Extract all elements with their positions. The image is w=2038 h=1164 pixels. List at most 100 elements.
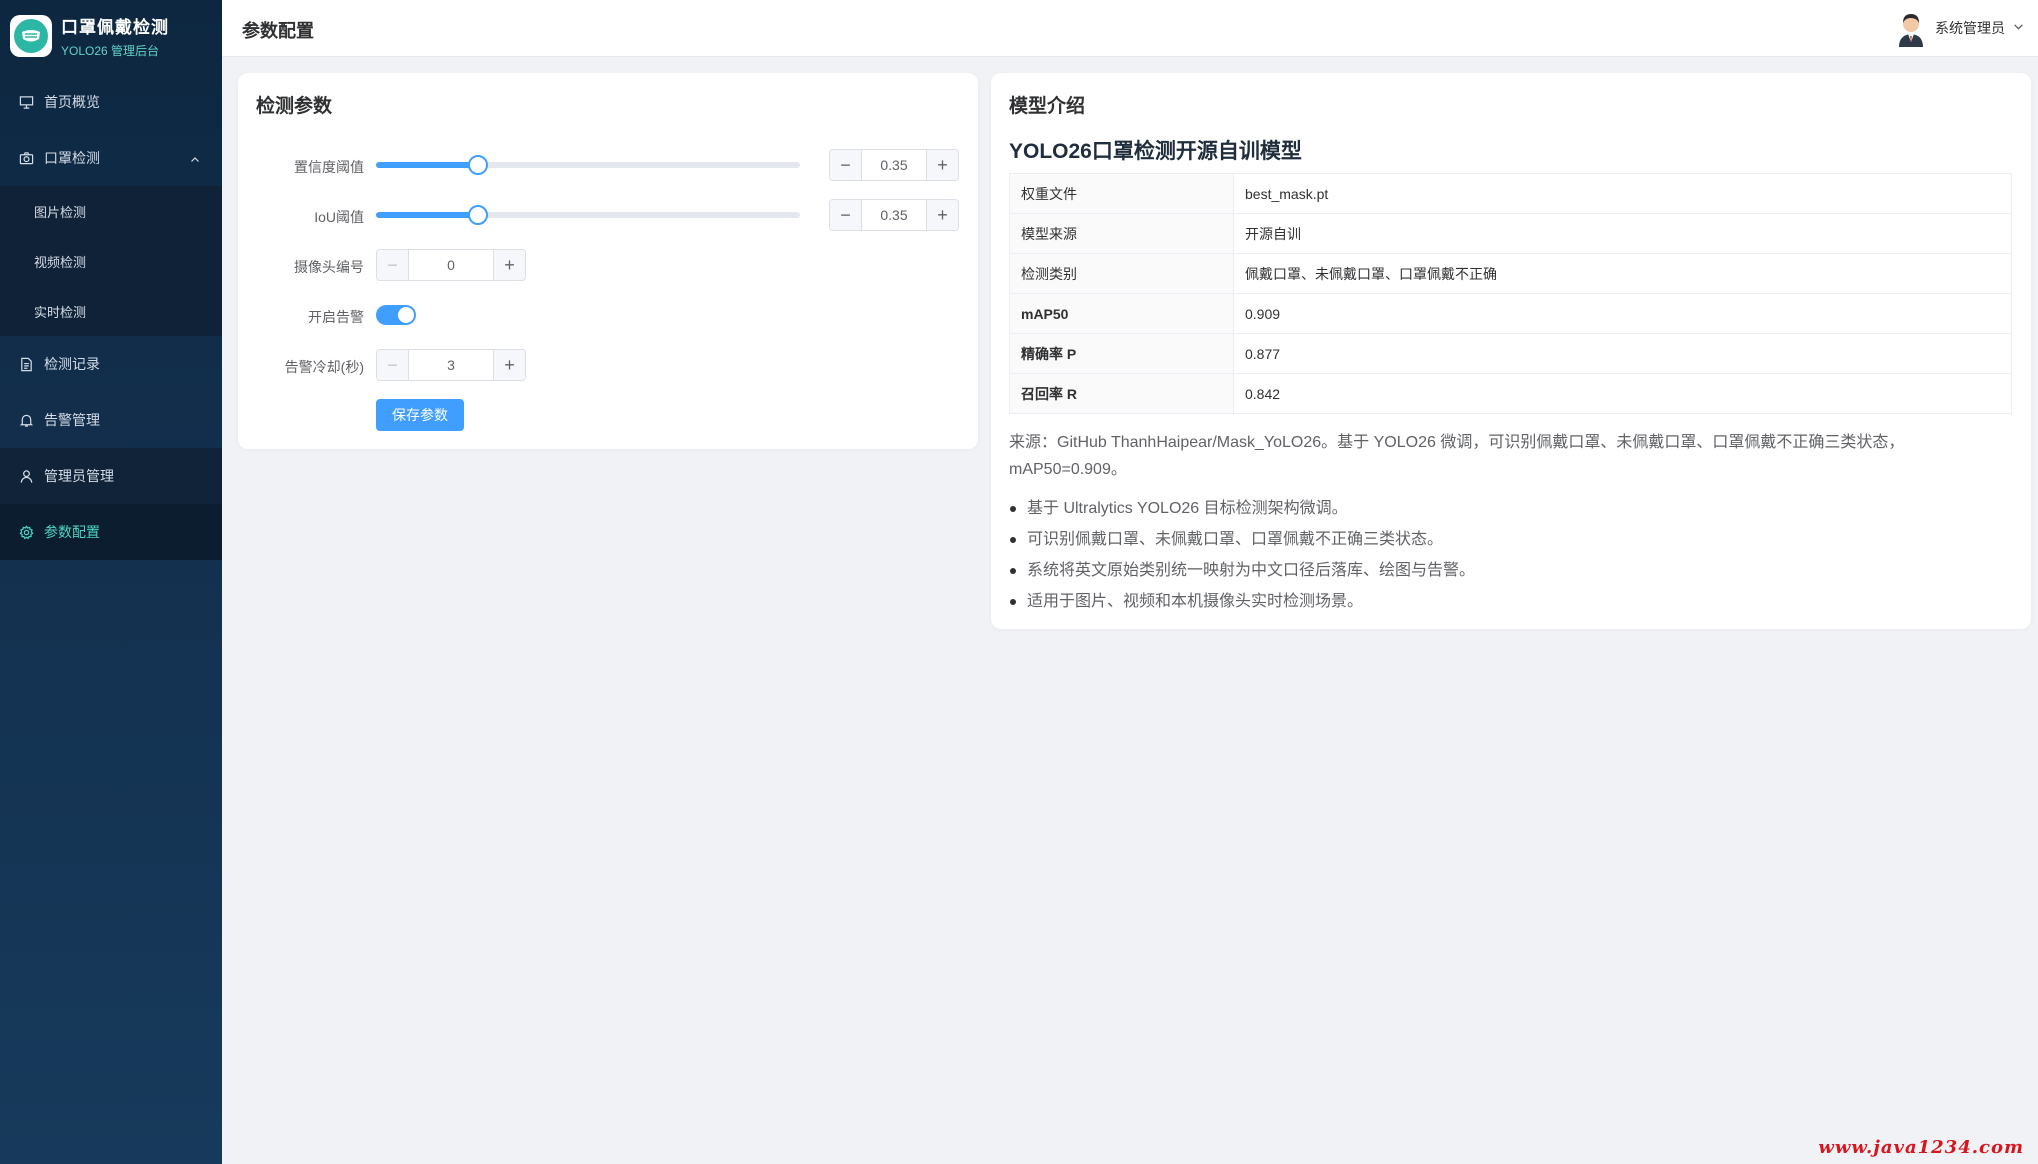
iou-slider[interactable]: [376, 205, 800, 225]
table-value: 0.909: [1233, 293, 2012, 334]
decrement-button[interactable]: −: [830, 150, 862, 180]
sidebar-item-records[interactable]: 检测记录: [0, 336, 222, 392]
user-icon: [18, 468, 34, 484]
user-menu[interactable]: 系统管理员: [1895, 8, 2024, 48]
model-info-table: 权重文件 best_mask.pt 模型来源 开源自训 检测类别 佩戴口罩、未佩…: [1009, 173, 2012, 414]
sidebar-item-realtime-detection[interactable]: 实时检测: [0, 286, 222, 336]
table-row: mAP50 0.909: [1009, 293, 2012, 334]
model-source-text: 来源：GitHub ThanhHaipear/Mask_YoLO26。基于 YO…: [1009, 434, 1905, 478]
confidence-label: 置信度阈值: [294, 159, 364, 175]
save-row: 保存参数: [238, 383, 978, 431]
sidebar-item-settings[interactable]: 参数配置: [0, 504, 222, 560]
table-row: 召回率 R 0.842: [1009, 373, 2012, 414]
model-card: 模型介绍 YOLO26口罩检测开源自训模型 权重文件 best_mask.pt …: [991, 73, 2031, 629]
table-key: mAP50: [1009, 293, 1234, 334]
decrement-button[interactable]: −: [377, 250, 409, 280]
cooldown-input[interactable]: 3: [409, 350, 493, 380]
save-button[interactable]: 保存参数: [376, 399, 464, 431]
sidebar-menu: 首页概览 口罩检测 图片检测 视频检测 实时检测 检测记录 告警管理 管理员管理…: [0, 74, 222, 560]
list-item: 系统将英文原始类别统一映射为中文口径后落库、绘图与告警。: [1009, 555, 2009, 586]
confidence-input[interactable]: 0.35: [862, 150, 926, 180]
toggle-knob: [398, 307, 414, 323]
table-key: 模型来源: [1009, 213, 1234, 254]
gear-icon: [18, 524, 34, 540]
camera-stepper: − 0 +: [376, 249, 526, 281]
table-key: 召回率 R: [1009, 373, 1234, 414]
sidebar-item-alarms[interactable]: 告警管理: [0, 392, 222, 448]
sidebar-item-label: 参数配置: [44, 524, 100, 540]
confidence-slider-thumb[interactable]: [467, 155, 488, 175]
sidebar-item-home[interactable]: 首页概览: [0, 74, 222, 130]
sidebar-item-label: 检测记录: [44, 356, 100, 372]
confidence-stepper: − 0.35 +: [829, 149, 959, 181]
sidebar-item-label: 管理员管理: [44, 468, 114, 484]
params-card-title: 检测参数: [256, 96, 333, 117]
table-row: 权重文件 best_mask.pt: [1009, 173, 2012, 214]
confidence-row: 置信度阈值 − 0.35 +: [238, 149, 978, 181]
model-card-title: 模型介绍: [1009, 96, 1086, 117]
model-feature-list: 基于 Ultralytics YOLO26 目标检测架构微调。 可识别佩戴口罩、…: [1009, 493, 2009, 617]
table-value: best_mask.pt: [1233, 173, 2012, 214]
params-card: 检测参数 置信度阈值 − 0.35 + IoU阈值 − 0.35 + 摄像头编号…: [238, 73, 978, 449]
table-value: 开源自训: [1233, 213, 2012, 254]
increment-button[interactable]: +: [493, 250, 525, 280]
decrement-button[interactable]: −: [377, 350, 409, 380]
brand: 口罩佩戴检测 YOLO26 管理后台: [0, 0, 222, 72]
cooldown-label: 告警冷却(秒): [284, 359, 364, 375]
table-value: 0.842: [1233, 373, 2012, 414]
table-row: 精确率 P 0.877: [1009, 333, 2012, 374]
decrement-button[interactable]: −: [830, 200, 862, 230]
table-key: 检测类别: [1009, 253, 1234, 294]
iou-input[interactable]: 0.35: [862, 200, 926, 230]
iou-slider-thumb[interactable]: [467, 205, 488, 225]
iou-slider-fill: [376, 212, 478, 218]
presentation-icon: [18, 94, 34, 110]
sidebar-item-label: 首页概览: [44, 94, 100, 110]
sidebar-item-video-detection[interactable]: 视频检测: [0, 236, 222, 286]
top-header: 参数配置 系统管理员: [222, 0, 2038, 57]
document-icon: [18, 356, 34, 372]
cooldown-row: 告警冷却(秒) − 3 +: [238, 349, 978, 381]
increment-button[interactable]: +: [926, 200, 958, 230]
increment-button[interactable]: +: [493, 350, 525, 380]
table-value: 0.877: [1233, 333, 2012, 374]
iou-label: IoU阈值: [314, 209, 364, 225]
avatar: [1895, 9, 1927, 47]
chevron-down-icon: [2013, 19, 2024, 37]
list-item: 可识别佩戴口罩、未佩戴口罩、口罩佩戴不正确三类状态。: [1009, 524, 2009, 555]
chevron-up-icon: [190, 152, 200, 168]
user-name: 系统管理员: [1935, 20, 2005, 36]
table-row: 检测类别 佩戴口罩、未佩戴口罩、口罩佩戴不正确: [1009, 253, 2012, 294]
alarm-toggle[interactable]: [376, 305, 416, 325]
table-key: 精确率 P: [1009, 333, 1234, 374]
camera-input[interactable]: 0: [409, 250, 493, 280]
confidence-slider-fill: [376, 162, 478, 168]
model-name: YOLO26口罩检测开源自训模型: [1009, 140, 1302, 163]
watermark: www.java1234.com: [1818, 1137, 2024, 1158]
bell-icon: [18, 412, 34, 428]
camera-label: 摄像头编号: [294, 259, 364, 275]
iou-stepper: − 0.35 +: [829, 199, 959, 231]
table-value: 佩戴口罩、未佩戴口罩、口罩佩戴不正确: [1233, 253, 2012, 294]
brand-subtitle: YOLO26 管理后台: [61, 44, 160, 58]
table-row: 模型来源 开源自训: [1009, 213, 2012, 254]
alarm-row: 开启告警: [238, 299, 978, 331]
increment-button[interactable]: +: [926, 150, 958, 180]
camera-icon: [18, 150, 34, 166]
sidebar-item-label: 告警管理: [44, 412, 100, 428]
iou-row: IoU阈值 − 0.35 +: [238, 199, 978, 231]
sidebar-item-admins[interactable]: 管理员管理: [0, 448, 222, 504]
sidebar-item-mask-detection[interactable]: 口罩检测: [0, 130, 222, 186]
page-title: 参数配置: [242, 21, 314, 41]
camera-row: 摄像头编号 − 0 +: [238, 249, 978, 281]
list-item: 基于 Ultralytics YOLO26 目标检测架构微调。: [1009, 493, 2009, 524]
alarm-label: 开启告警: [308, 309, 364, 325]
table-key: 权重文件: [1009, 173, 1234, 214]
sidebar-item-label: 口罩检测: [44, 150, 100, 166]
sidebar: 口罩佩戴检测 YOLO26 管理后台 首页概览 口罩检测 图片检测 视频检测 实…: [0, 0, 222, 1164]
confidence-slider[interactable]: [376, 155, 800, 175]
list-item: 适用于图片、视频和本机摄像头实时检测场景。: [1009, 586, 2009, 617]
sidebar-item-image-detection[interactable]: 图片检测: [0, 186, 222, 236]
mask-logo-icon: [10, 15, 52, 57]
brand-title: 口罩佩戴检测: [61, 18, 169, 37]
